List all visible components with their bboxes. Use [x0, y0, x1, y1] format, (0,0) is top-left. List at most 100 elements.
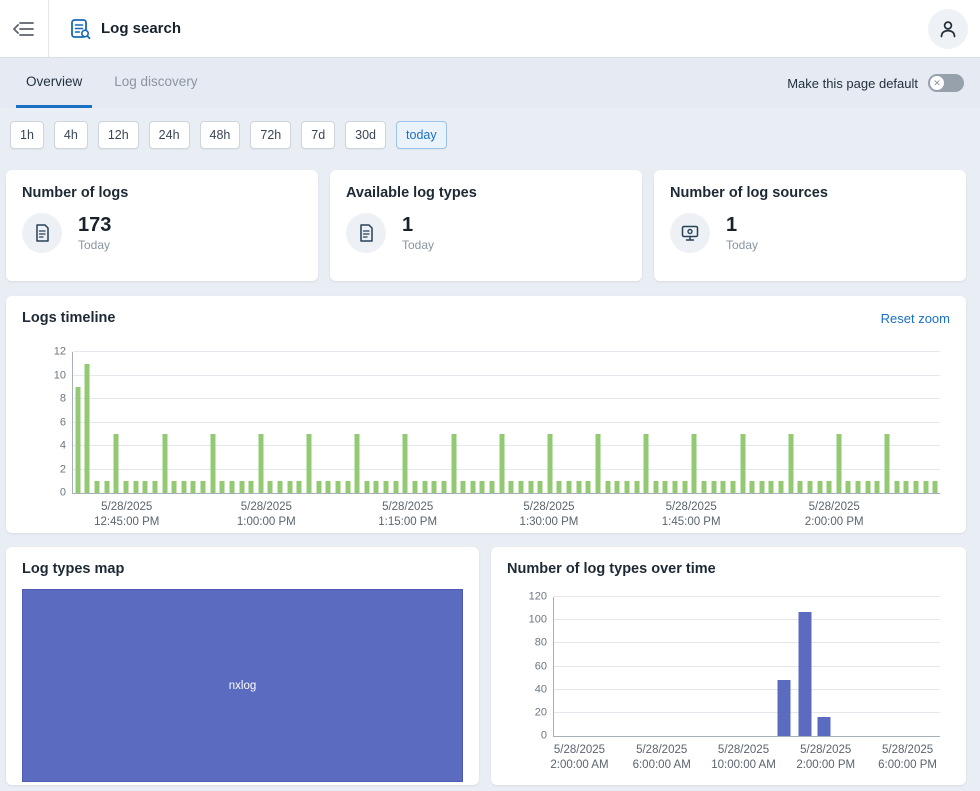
timeline-bar[interactable] [470, 481, 475, 493]
timeline-bar[interactable] [779, 481, 784, 493]
timeline-bar[interactable] [412, 481, 417, 493]
timeline-bar[interactable] [923, 481, 928, 493]
timeline-bar[interactable] [220, 481, 225, 493]
timeline-bar[interactable] [846, 481, 851, 493]
range-4h-button[interactable]: 4h [54, 121, 88, 149]
timeline-bar[interactable] [152, 481, 157, 493]
timeline-bar[interactable] [422, 481, 427, 493]
timeline-bar[interactable] [586, 481, 591, 493]
timeline-bar[interactable] [393, 481, 398, 493]
timeline-bar[interactable] [692, 434, 697, 493]
range-7d-button[interactable]: 7d [301, 121, 335, 149]
timeline-bar[interactable] [123, 481, 128, 493]
timeline-bar[interactable] [326, 481, 331, 493]
tab-log-discovery[interactable]: Log discovery [104, 58, 207, 108]
timeline-bar[interactable] [596, 434, 601, 493]
timeline-chart[interactable]: 0246810125/28/202512:45:00 PM5/28/20251:… [72, 352, 940, 494]
timeline-bar[interactable] [287, 481, 292, 493]
timeline-bar[interactable] [239, 481, 244, 493]
timeline-bar[interactable] [297, 481, 302, 493]
timeline-bar[interactable] [904, 481, 909, 493]
reset-zoom-link[interactable]: Reset zoom [881, 311, 950, 326]
timeline-bar[interactable] [172, 481, 177, 493]
timeline-bar[interactable] [403, 434, 408, 493]
timeline-bar[interactable] [432, 481, 437, 493]
timeline-bar[interactable] [663, 481, 668, 493]
timeline-bar[interactable] [345, 481, 350, 493]
types-over-time-chart[interactable]: 0204060801001205/28/20252:00:00 AM5/28/2… [553, 597, 940, 737]
timeline-bar[interactable] [711, 481, 716, 493]
user-account-button[interactable] [928, 9, 968, 49]
timeline-bar[interactable] [229, 481, 234, 493]
timeline-bar[interactable] [913, 481, 918, 493]
range-48h-button[interactable]: 48h [200, 121, 241, 149]
timeline-bar[interactable] [509, 481, 514, 493]
range-30d-button[interactable]: 30d [345, 121, 386, 149]
timeline-bar[interactable] [441, 481, 446, 493]
range-24h-button[interactable]: 24h [149, 121, 190, 149]
timeline-bar[interactable] [605, 481, 610, 493]
timeline-bar[interactable] [933, 481, 938, 493]
timeline-bar[interactable] [162, 434, 167, 493]
timeline-bar[interactable] [355, 434, 360, 493]
timeline-bar[interactable] [769, 481, 774, 493]
timeline-bar[interactable] [682, 481, 687, 493]
timeline-bar[interactable] [894, 481, 899, 493]
timeline-bar[interactable] [567, 481, 572, 493]
timeline-bar[interactable] [133, 481, 138, 493]
timeline-bar[interactable] [258, 434, 263, 493]
types-over-time-bar[interactable] [777, 680, 790, 736]
timeline-bar[interactable] [798, 481, 803, 493]
make-default-toggle[interactable]: ✕ [928, 74, 964, 92]
timeline-bar[interactable] [278, 481, 283, 493]
treemap-tile-nxlog[interactable]: nxlog [22, 589, 463, 782]
range-12h-button[interactable]: 12h [98, 121, 139, 149]
timeline-bar[interactable] [576, 481, 581, 493]
timeline-bar[interactable] [249, 481, 254, 493]
timeline-bar[interactable] [538, 481, 543, 493]
timeline-bar[interactable] [191, 481, 196, 493]
timeline-bar[interactable] [750, 481, 755, 493]
timeline-bar[interactable] [856, 481, 861, 493]
timeline-bar[interactable] [307, 434, 312, 493]
timeline-bar[interactable] [653, 481, 658, 493]
timeline-bar[interactable] [788, 434, 793, 493]
types-over-time-bar[interactable] [818, 717, 831, 736]
timeline-bar[interactable] [673, 481, 678, 493]
timeline-bar[interactable] [624, 481, 629, 493]
timeline-bar[interactable] [885, 434, 890, 493]
timeline-bar[interactable] [759, 481, 764, 493]
sidebar-toggle-button[interactable] [0, 0, 49, 57]
timeline-bar[interactable] [634, 481, 639, 493]
range-72h-button[interactable]: 72h [250, 121, 291, 149]
tab-overview[interactable]: Overview [16, 58, 92, 108]
timeline-bar[interactable] [721, 481, 726, 493]
timeline-bar[interactable] [104, 481, 109, 493]
timeline-bar[interactable] [499, 434, 504, 493]
timeline-bar[interactable] [181, 481, 186, 493]
range-1h-button[interactable]: 1h [10, 121, 44, 149]
timeline-bar[interactable] [730, 481, 735, 493]
timeline-bar[interactable] [480, 481, 485, 493]
timeline-bar[interactable] [335, 481, 340, 493]
timeline-bar[interactable] [827, 481, 832, 493]
timeline-bar[interactable] [95, 481, 100, 493]
timeline-bar[interactable] [114, 434, 119, 493]
timeline-bar[interactable] [557, 481, 562, 493]
timeline-bar[interactable] [374, 481, 379, 493]
timeline-bar[interactable] [817, 481, 822, 493]
timeline-bar[interactable] [85, 364, 90, 493]
timeline-bar[interactable] [518, 481, 523, 493]
timeline-bar[interactable] [143, 481, 148, 493]
timeline-bar[interactable] [210, 434, 215, 493]
timeline-bar[interactable] [740, 434, 745, 493]
timeline-bar[interactable] [451, 434, 456, 493]
timeline-bar[interactable] [461, 481, 466, 493]
timeline-bar[interactable] [384, 481, 389, 493]
types-over-time-bar[interactable] [798, 612, 811, 736]
timeline-bar[interactable] [75, 387, 80, 493]
timeline-bar[interactable] [701, 481, 706, 493]
range-today-button[interactable]: today [396, 121, 447, 149]
timeline-bar[interactable] [644, 434, 649, 493]
timeline-bar[interactable] [875, 481, 880, 493]
